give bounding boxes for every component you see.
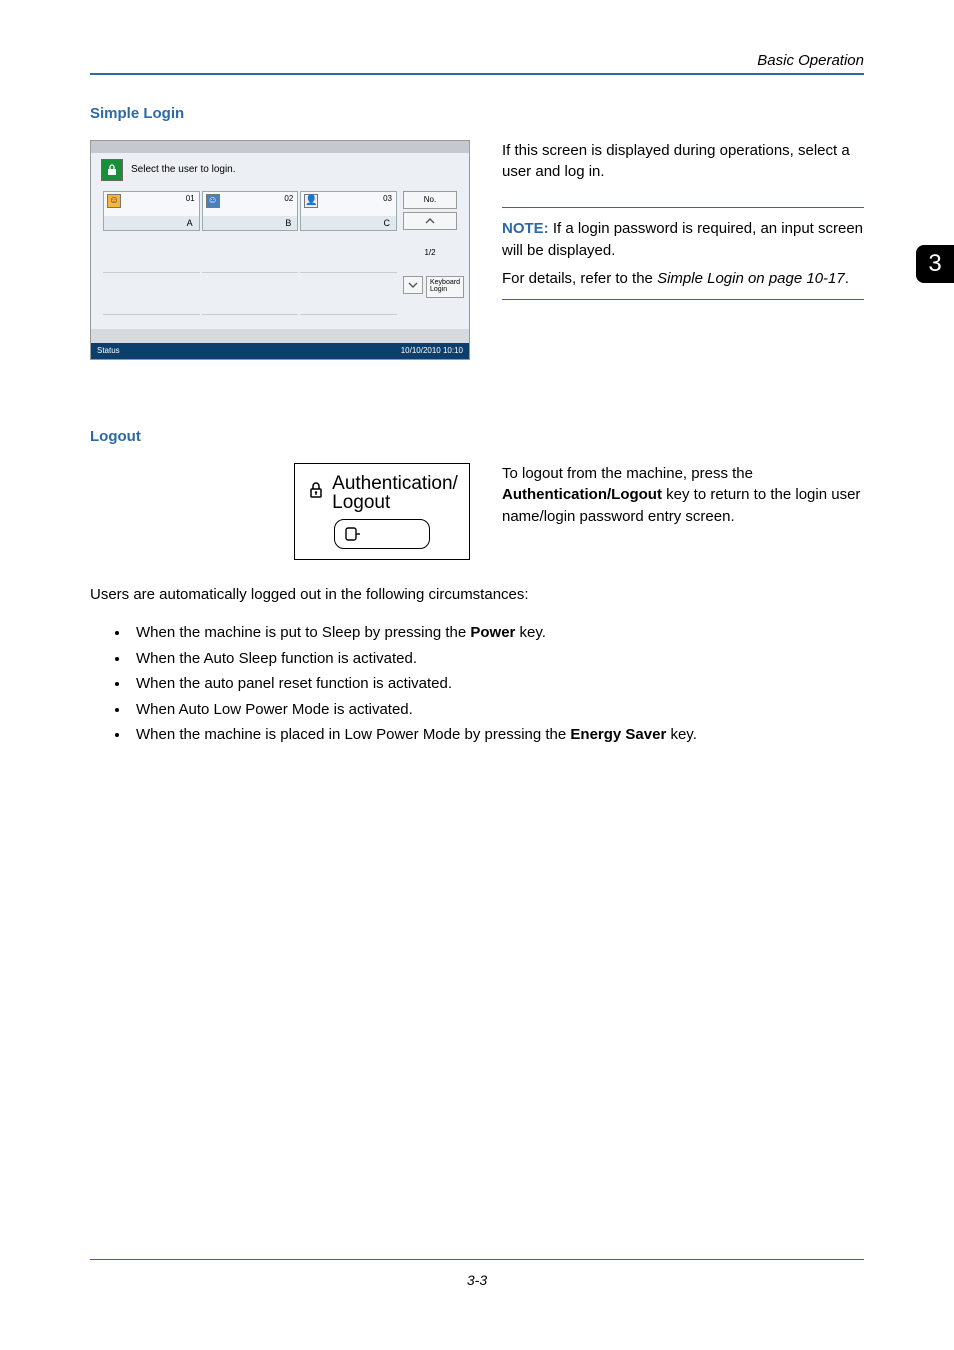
- led-icon: [345, 527, 361, 541]
- status-bar: Status 10/10/2010 10:10: [91, 343, 469, 359]
- logout-text: To logout from the machine, press the Au…: [502, 463, 864, 528]
- note-label: NOTE:: [502, 220, 549, 237]
- card-letter: C: [383, 218, 390, 228]
- auth-logout-key: Authentication/ Logout: [294, 463, 470, 561]
- auth-key-line1: Authentication/: [332, 474, 458, 494]
- chapter-tab: 3: [916, 245, 954, 283]
- card-number: 02: [284, 194, 293, 203]
- login-panel: Select the user to login. ☺ 01 A ☺ 02 B: [90, 140, 470, 360]
- status-label: Status: [97, 346, 120, 355]
- user-avatar-icon: 👤: [304, 194, 318, 208]
- auto-logout-intro: Users are automatically logged out in th…: [90, 584, 864, 606]
- list-item: When the machine is placed in Low Power …: [130, 722, 864, 748]
- chevron-up-icon: [425, 217, 435, 225]
- indicator-button: [334, 519, 430, 549]
- footer-rule: [90, 1259, 864, 1260]
- card-number: 01: [186, 194, 195, 203]
- auto-logout-list: When the machine is put to Sleep by pres…: [118, 620, 864, 748]
- lock-icon: [101, 159, 123, 181]
- card-number: 03: [383, 194, 392, 203]
- page-up-button[interactable]: [403, 212, 457, 230]
- chevron-down-icon: [408, 281, 418, 289]
- list-item: When Auto Low Power Mode is activated.: [130, 697, 864, 723]
- user-avatar-icon: ☺: [107, 194, 121, 208]
- number-button[interactable]: No.: [403, 191, 457, 209]
- lock-icon: [306, 480, 326, 506]
- page-number: 3-3: [0, 1272, 954, 1288]
- empty-slot: [202, 275, 299, 315]
- empty-slot: [202, 233, 299, 273]
- heading-logout: Logout: [90, 428, 864, 445]
- auth-key-line2: Logout: [332, 493, 458, 513]
- list-item: When the machine is put to Sleep by pres…: [130, 620, 864, 646]
- note-ref-b: .: [845, 270, 849, 287]
- heading-simple-login: Simple Login: [90, 105, 864, 122]
- running-head: Basic Operation: [90, 52, 864, 69]
- panel-title: Select the user to login.: [131, 164, 236, 175]
- logout-text-a: To logout from the machine, press the: [502, 465, 753, 482]
- note-ref: For details, refer to the Simple Login o…: [502, 268, 864, 290]
- auth-key-label: Authentication/ Logout: [332, 474, 458, 514]
- note-line1: If a login password is required, an inpu…: [502, 220, 863, 259]
- keyboard-login-button[interactable]: Keyboard Login: [426, 276, 464, 298]
- status-datetime: 10/10/2010 10:10: [401, 346, 463, 355]
- list-item: When the auto panel reset function is ac…: [130, 671, 864, 697]
- card-letter: A: [187, 218, 193, 228]
- user-card[interactable]: 👤 03 C: [300, 191, 397, 231]
- user-card[interactable]: ☺ 02 B: [202, 191, 299, 231]
- page-down-button[interactable]: [403, 276, 423, 294]
- simple-login-text: If this screen is displayed during opera…: [502, 140, 864, 184]
- note-text: NOTE: If a login password is required, a…: [502, 218, 864, 262]
- card-letter: B: [285, 218, 291, 228]
- empty-slot: [103, 275, 200, 315]
- user-card[interactable]: ☺ 01 A: [103, 191, 200, 231]
- note-ref-link: Simple Login on page 10-17: [657, 270, 845, 287]
- note-rule: [502, 299, 864, 300]
- user-avatar-icon: ☺: [206, 194, 220, 208]
- page-indicator: 1/2: [403, 233, 457, 273]
- header-rule: [90, 73, 864, 75]
- empty-slot: [300, 233, 397, 273]
- logout-text-bold: Authentication/Logout: [502, 486, 662, 503]
- note-ref-a: For details, refer to the: [502, 270, 657, 287]
- list-item: When the Auto Sleep function is activate…: [130, 646, 864, 672]
- note-rule: [502, 207, 864, 208]
- empty-slot: [300, 275, 397, 315]
- empty-slot: [103, 233, 200, 273]
